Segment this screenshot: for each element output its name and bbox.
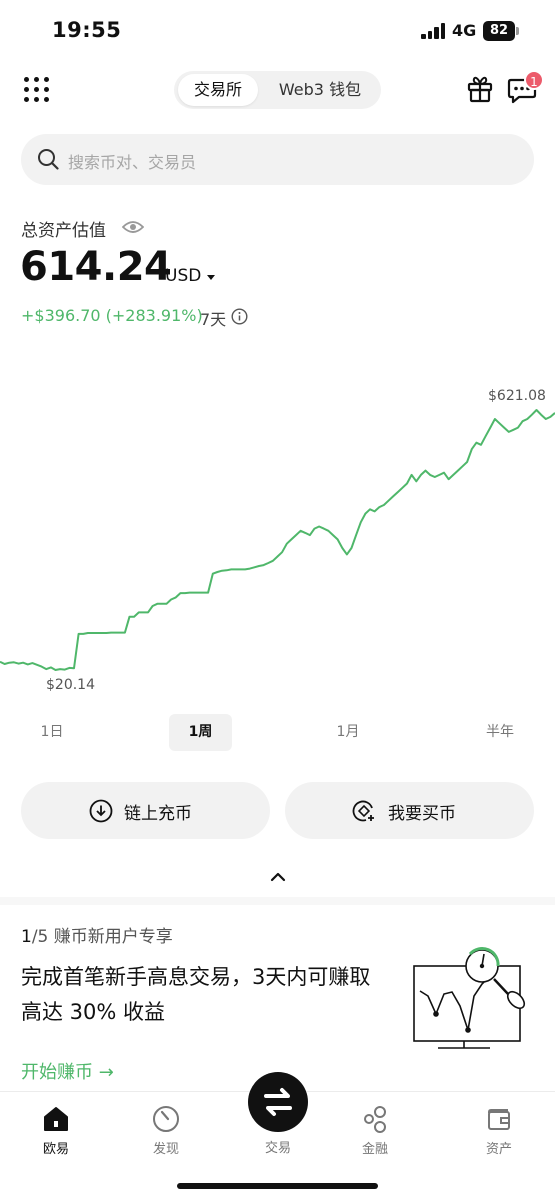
discover-icon xyxy=(153,1106,179,1132)
buy-crypto-button[interactable]: 我要买币 xyxy=(285,782,534,839)
promo-step-current: 1 xyxy=(21,927,32,947)
search-input[interactable]: 搜索币对、交易员 xyxy=(68,149,196,173)
asset-line-chart[interactable] xyxy=(0,380,555,710)
chevron-up-icon[interactable] xyxy=(269,870,287,882)
total-assets-label: 总资产估值 xyxy=(21,221,106,241)
network-label: 4G xyxy=(452,21,477,40)
nav-finance-label: 金融 xyxy=(361,1142,388,1157)
eye-icon[interactable] xyxy=(122,219,144,235)
section-divider xyxy=(0,897,555,905)
total-assets-value: 614.24 xyxy=(20,244,172,290)
promo-step: 1/5 赚币新用户专享 xyxy=(21,922,173,947)
nav-finance[interactable]: 金融 xyxy=(335,1104,415,1157)
promo-title: 完成首笔新手高息交易，3天内可赚取高达 30% 收益 xyxy=(21,965,371,1024)
battery-icon: 82 xyxy=(483,21,519,41)
asset-series-line xyxy=(0,409,555,671)
trade-button[interactable] xyxy=(248,1072,308,1132)
nav-assets[interactable]: 资产 xyxy=(459,1104,539,1157)
search-icon xyxy=(38,149,59,170)
nav-home[interactable]: 欧易 xyxy=(16,1104,96,1157)
tab-exchange[interactable]: 交易所 xyxy=(178,74,258,106)
chevron-down-icon[interactable] xyxy=(207,275,215,280)
deposit-button-label: 链上充币 xyxy=(124,804,192,824)
chart-max-label: $621.08 xyxy=(488,388,546,404)
home-icon xyxy=(44,1107,68,1131)
start-earning-link[interactable]: 开始赚币 → xyxy=(21,1058,114,1084)
wallet-icon xyxy=(487,1109,510,1130)
range-tab-6m[interactable]: 半年 xyxy=(470,714,530,751)
menu-grid-icon[interactable] xyxy=(24,77,50,103)
nav-trade-label: 交易 xyxy=(264,1141,291,1156)
currency-selector[interactable]: USD xyxy=(165,266,201,286)
range-tab-1m[interactable]: 1月 xyxy=(318,714,378,751)
nav-discover-label: 发现 xyxy=(152,1142,179,1157)
range-tab-1w[interactable]: 1周 xyxy=(169,714,232,751)
pnl-period: 7天 xyxy=(200,310,227,329)
nav-assets-label: 资产 xyxy=(485,1142,512,1157)
buy-crypto-icon xyxy=(352,800,374,822)
download-icon xyxy=(89,799,113,823)
status-time: 19:55 xyxy=(52,18,122,42)
search-bar[interactable]: 搜索币对、交易员 xyxy=(21,134,534,185)
pnl-value: +$396.70 (+283.91%) xyxy=(21,306,203,325)
tab-web3-wallet[interactable]: Web3 钱包 xyxy=(264,74,376,106)
buy-crypto-button-label: 我要买币 xyxy=(388,804,456,824)
signal-icon xyxy=(421,23,447,39)
gift-icon[interactable] xyxy=(467,75,493,103)
swap-icon xyxy=(264,1088,292,1116)
status-bar: 19:55 4G 82 xyxy=(0,0,555,60)
deposit-button[interactable]: 链上充币 xyxy=(21,782,270,839)
nav-home-label: 欧易 xyxy=(42,1142,69,1157)
range-tab-1d[interactable]: 1日 xyxy=(22,714,82,751)
chart-min-label: $20.14 xyxy=(46,677,95,693)
earn-illustration xyxy=(413,947,526,1049)
info-icon[interactable] xyxy=(231,308,248,325)
message-badge: 1 xyxy=(524,70,544,90)
nav-discover[interactable]: 发现 xyxy=(126,1104,206,1157)
finance-icon xyxy=(364,1106,386,1133)
home-indicator xyxy=(177,1183,378,1189)
promo-step-rest: /5 赚币新用户专享 xyxy=(31,927,173,947)
mode-switcher: 交易所 Web3 钱包 xyxy=(174,71,381,109)
